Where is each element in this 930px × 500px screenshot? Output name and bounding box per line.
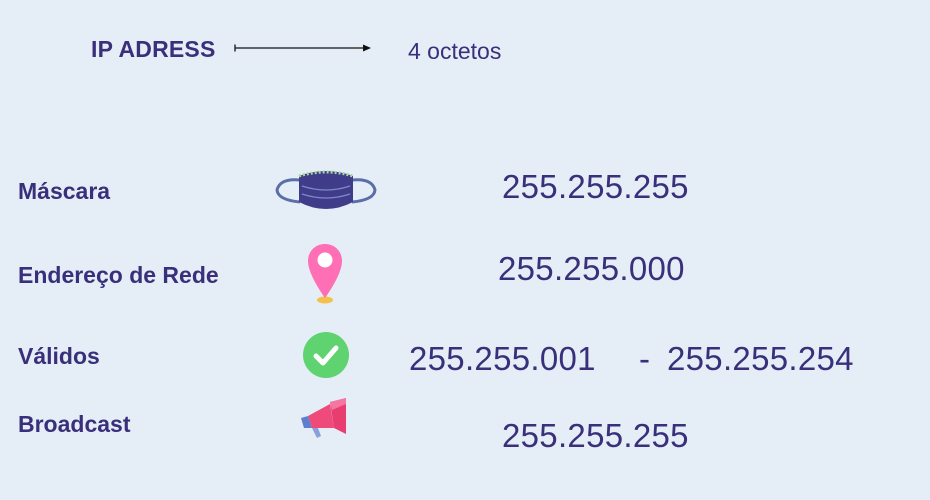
- value-validos-end: 255.255.254: [667, 340, 854, 377]
- label-endereco-de-rede: Endereço de Rede: [18, 262, 219, 288]
- value-validos-start: 255.255.001: [409, 340, 596, 377]
- location-pin-icon: [308, 244, 342, 304]
- page-title: IP ADRESS: [91, 36, 216, 62]
- face-mask-icon: [275, 170, 377, 209]
- value-endereco-de-rede: 255.255.000: [498, 250, 685, 287]
- megaphone-icon: [301, 398, 346, 438]
- value-mascara: 255.255.255: [502, 168, 689, 205]
- value-validos-separator: -: [639, 340, 651, 377]
- arrow-right-icon: [234, 44, 371, 52]
- label-broadcast: Broadcast: [18, 411, 131, 437]
- label-mascara: Máscara: [18, 178, 111, 204]
- label-validos: Válidos: [18, 343, 100, 369]
- subtitle: 4 octetos: [408, 38, 502, 64]
- check-circle-icon: [303, 332, 349, 378]
- value-broadcast: 255.255.255: [502, 417, 689, 454]
